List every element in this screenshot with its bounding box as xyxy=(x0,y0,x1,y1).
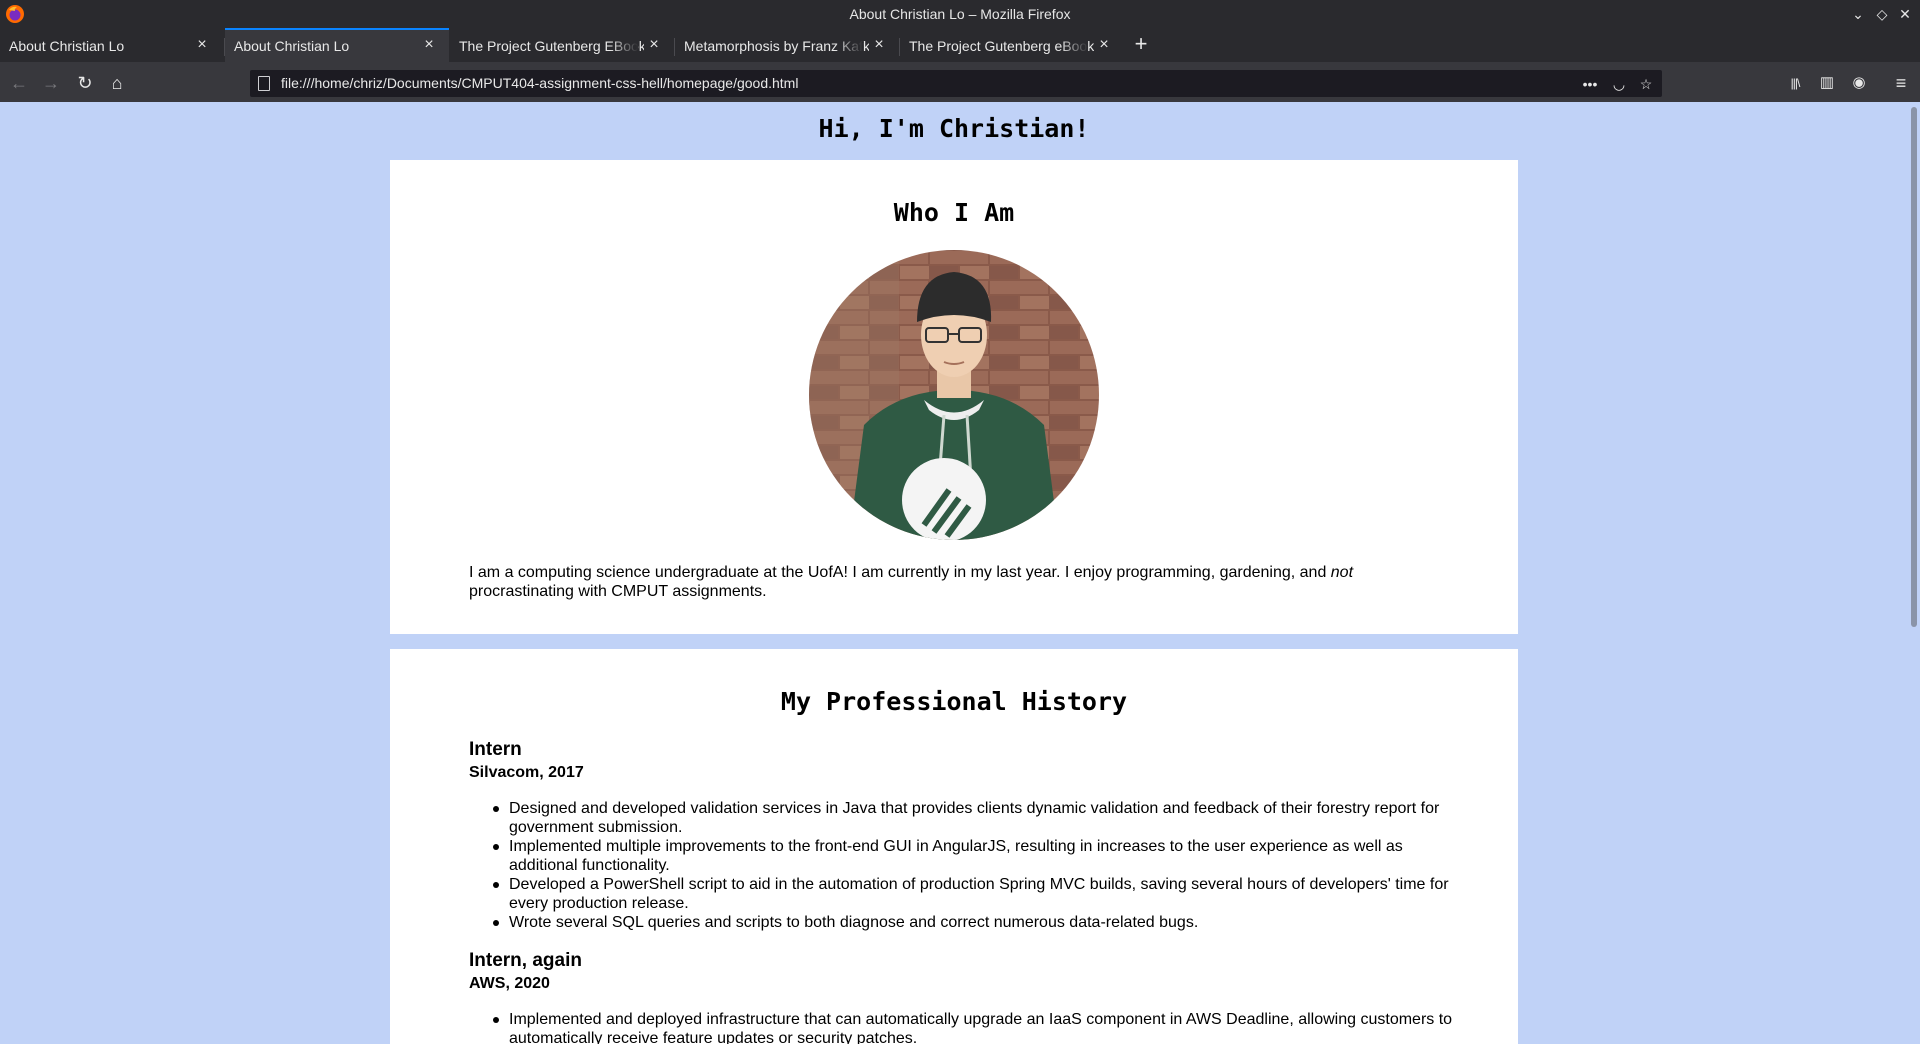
list-item: Implemented multiple improvements to the… xyxy=(493,837,1454,875)
tab-label-fade xyxy=(1060,34,1088,58)
close-tab-icon[interactable]: × xyxy=(194,37,210,53)
who-i-am-card: Who I Am I am a computing science underg… xyxy=(390,160,1518,634)
new-tab-button[interactable]: + xyxy=(1130,33,1152,56)
job-title: Intern, again xyxy=(469,950,582,971)
vertical-scrollbar[interactable] xyxy=(1908,102,1920,1044)
scrollbar-thumb[interactable] xyxy=(1911,107,1917,627)
tab-gutenberg-ebook-1[interactable]: The Project Gutenberg EBook × xyxy=(450,30,674,62)
job-bullet-list: Implemented and deployed infrastructure … xyxy=(493,1010,1454,1044)
menu-icon[interactable]: ≡ xyxy=(1890,72,1912,94)
tab-label-fade xyxy=(610,34,638,58)
window-titlebar: About Christian Lo – Mozilla Firefox ⌄ ◇… xyxy=(0,0,1920,28)
close-window-icon[interactable]: ✕ xyxy=(1895,4,1915,24)
reload-icon[interactable]: ↻ xyxy=(74,72,96,94)
page-viewport: Hi, I'm Christian! Who I Am I am a compu… xyxy=(0,102,1920,1044)
library-icon[interactable]: |||\ xyxy=(1784,72,1806,94)
close-tab-icon[interactable]: × xyxy=(421,37,437,53)
bio-paragraph: I am a computing science undergraduate a… xyxy=(469,563,1419,601)
window-title: About Christian Lo – Mozilla Firefox xyxy=(849,6,1071,22)
close-tab-icon[interactable]: × xyxy=(646,37,662,53)
job-company-year: Silvacom, 2017 xyxy=(469,764,584,781)
tab-label-fade xyxy=(835,34,863,58)
job-title: Intern xyxy=(469,739,522,760)
tab-label: About Christian Lo xyxy=(234,38,350,54)
bio-text-end: procrastinating with CMPUT assignments. xyxy=(469,583,767,600)
account-icon[interactable]: ◉ xyxy=(1848,72,1870,94)
close-tab-icon[interactable]: × xyxy=(871,37,887,53)
url-bar[interactable]: file:///home/chriz/Documents/CMPUT404-as… xyxy=(250,70,1662,97)
list-item: Implemented and deployed infrastructure … xyxy=(493,1010,1454,1044)
restore-icon[interactable]: ◇ xyxy=(1872,4,1892,24)
job-company-year: AWS, 2020 xyxy=(469,975,550,992)
tab-about-christian-lo-1[interactable]: About Christian Lo × xyxy=(0,30,222,62)
sidebar-icon[interactable]: ▥ xyxy=(1816,72,1838,94)
url-text[interactable]: file:///home/chriz/Documents/CMPUT404-as… xyxy=(281,75,798,91)
navigation-toolbar: ← → ↻ ⌂ file:///home/chriz/Documents/CMP… xyxy=(0,62,1920,102)
tab-about-christian-lo-active[interactable]: About Christian Lo × xyxy=(225,28,449,62)
list-item: Designed and developed validation servic… xyxy=(493,799,1454,837)
professional-history-heading: My Professional History xyxy=(780,687,1128,716)
tab-gutenberg-ebook-2[interactable]: The Project Gutenberg eBook × xyxy=(900,30,1124,62)
list-item: Developed a PowerShell script to aid in … xyxy=(493,875,1454,913)
page-icon xyxy=(258,76,270,91)
bio-emphasis: not xyxy=(1330,564,1354,581)
close-tab-icon[interactable]: × xyxy=(1096,37,1112,53)
tab-metamorphosis[interactable]: Metamorphosis by Franz Kafka × xyxy=(675,30,899,62)
pocket-icon[interactable]: ◡ xyxy=(1609,74,1629,94)
bio-text: I am a computing science undergraduate a… xyxy=(469,564,1331,581)
page-heading: Hi, I'm Christian! xyxy=(818,114,1090,143)
list-item: Wrote several SQL queries and scripts to… xyxy=(493,913,1454,932)
back-icon[interactable]: ← xyxy=(8,72,30,94)
job-bullet-list: Designed and developed validation servic… xyxy=(493,799,1454,932)
forward-icon[interactable]: → xyxy=(40,72,62,94)
page-actions-icon[interactable]: ••• xyxy=(1580,74,1600,94)
minimize-icon[interactable]: ⌄ xyxy=(1848,4,1868,24)
bookmark-star-icon[interactable]: ☆ xyxy=(1636,74,1656,94)
tab-label: About Christian Lo xyxy=(9,38,125,54)
home-icon[interactable]: ⌂ xyxy=(106,72,128,94)
who-i-am-heading: Who I Am xyxy=(893,198,1015,227)
professional-history-card: My Professional History Intern Silvacom,… xyxy=(390,649,1518,1044)
tab-strip: About Christian Lo × About Christian Lo … xyxy=(0,28,1920,62)
profile-photo xyxy=(809,250,1099,540)
